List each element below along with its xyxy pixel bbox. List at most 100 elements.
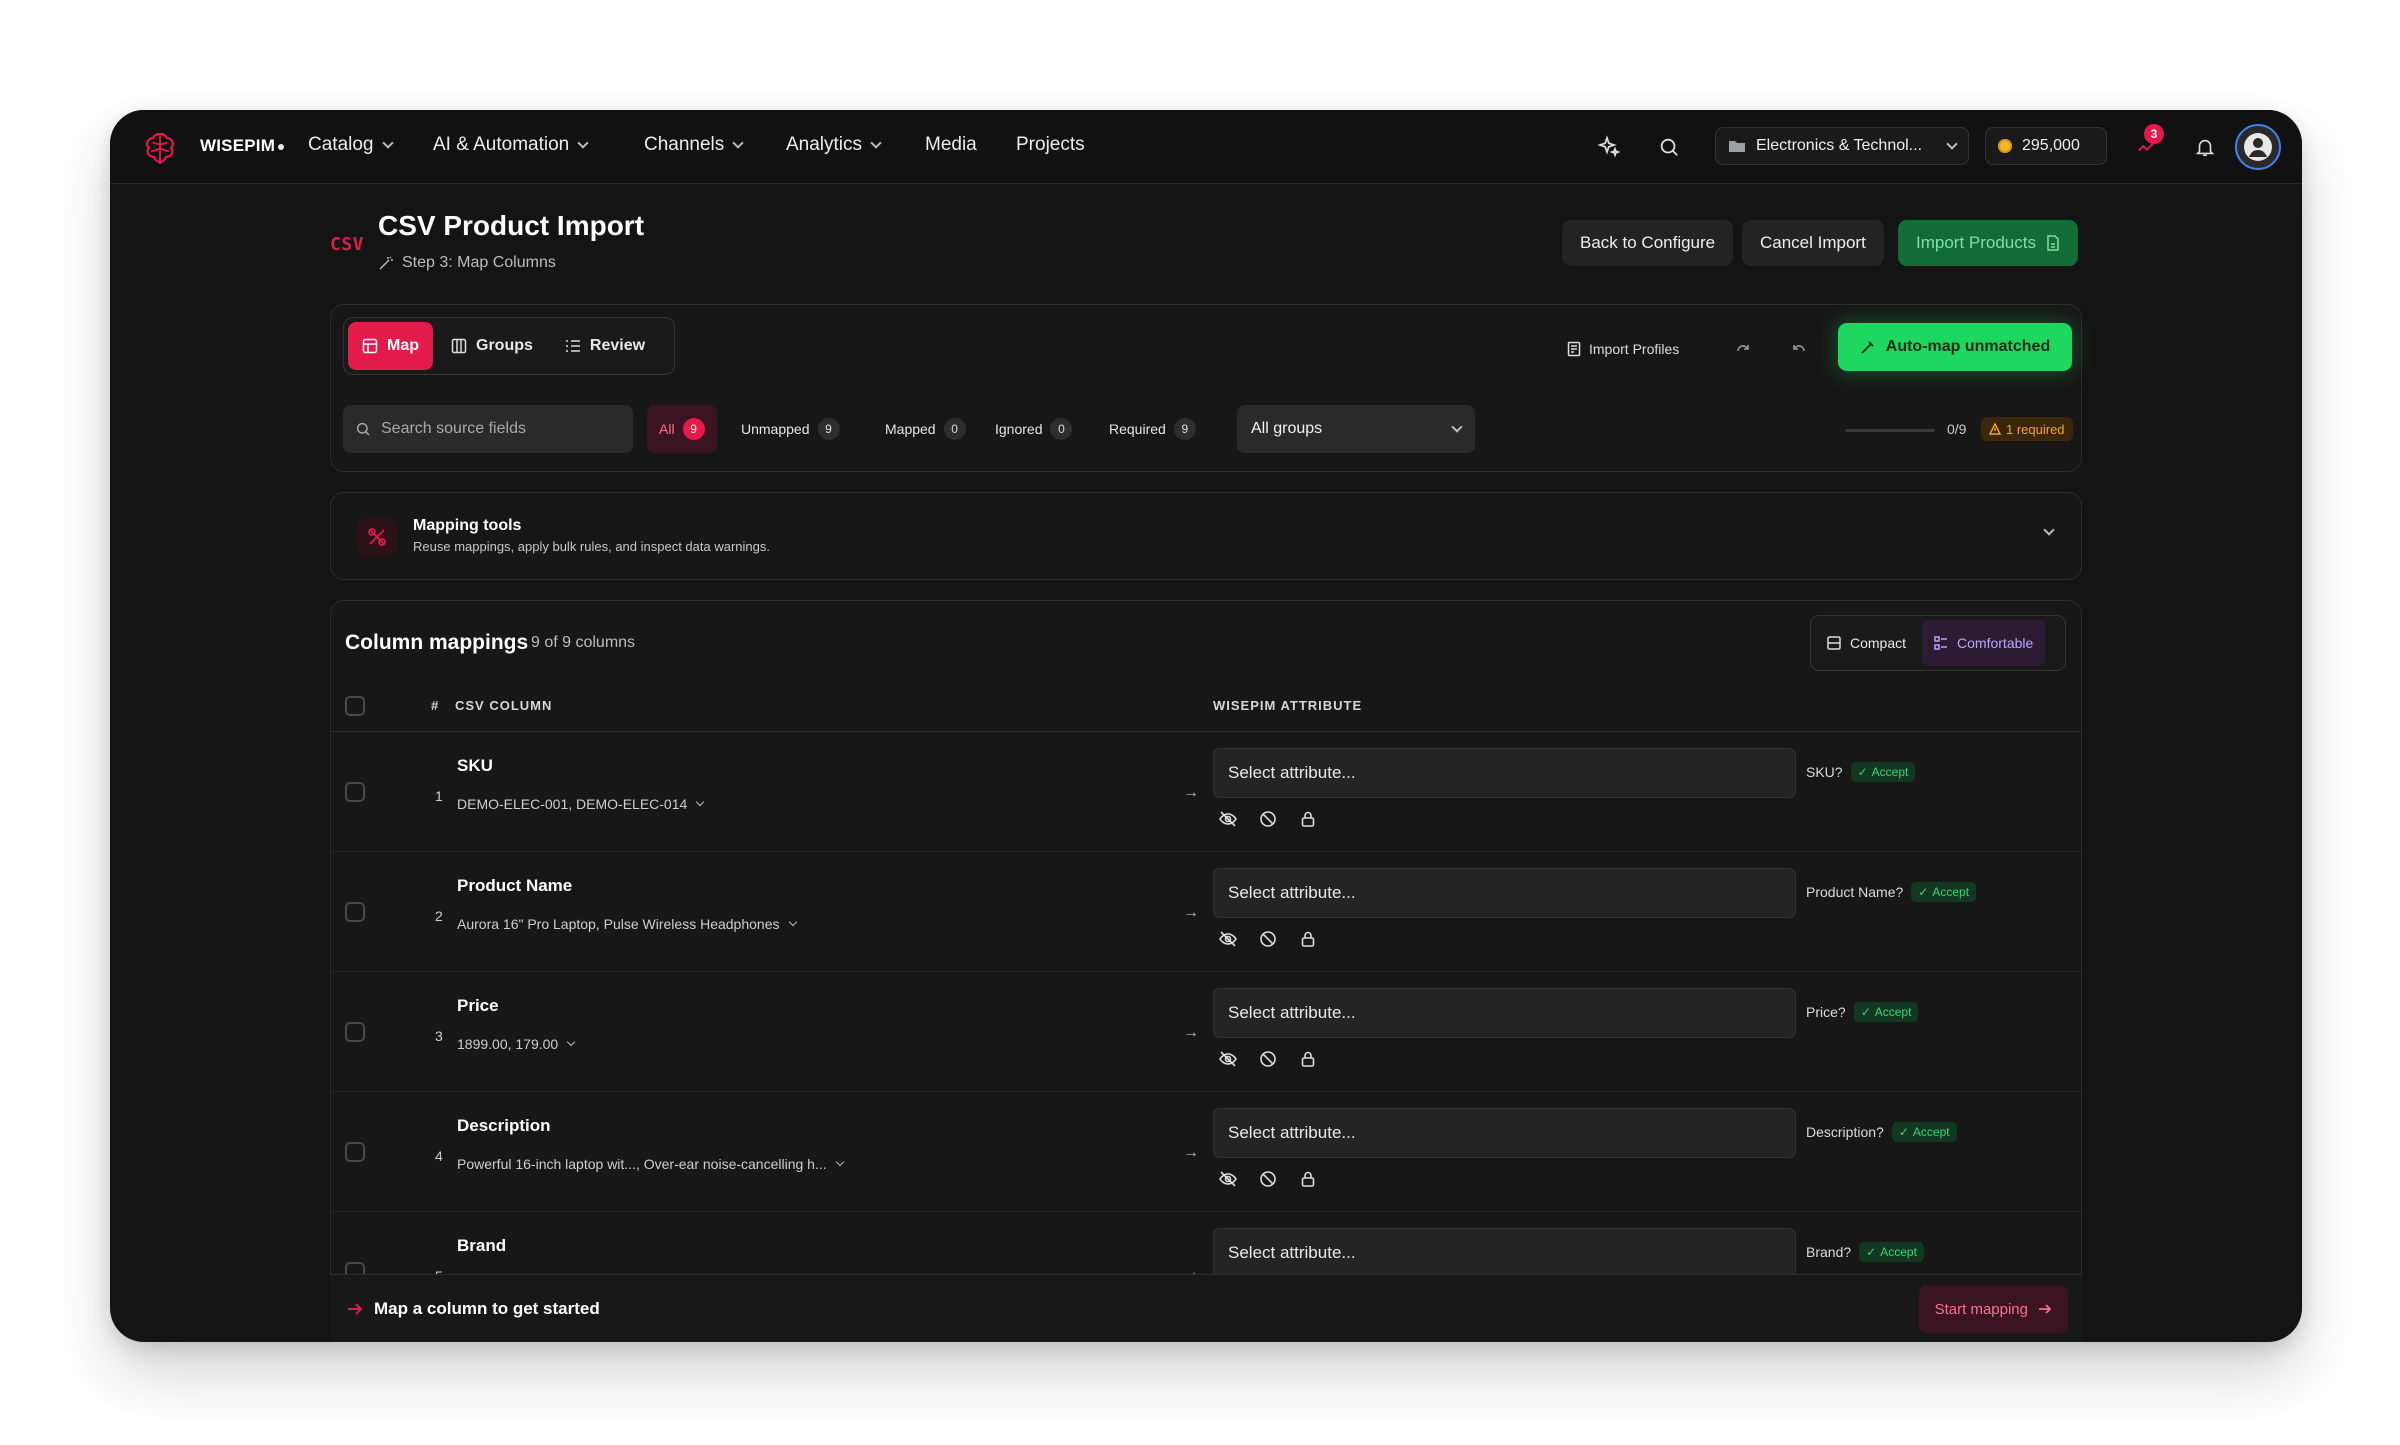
csv-file-icon: CSV xyxy=(330,234,365,255)
lock-icon[interactable] xyxy=(1299,1050,1317,1068)
nav-media[interactable]: Media xyxy=(925,134,977,156)
nav-projects[interactable]: Projects xyxy=(1016,134,1085,156)
accept-suggestion-button[interactable]: ✓ Accept xyxy=(1911,882,1977,902)
brand-name[interactable]: WISEPIM xyxy=(200,136,285,156)
attribute-suggestion: Price? ✓ Accept xyxy=(1806,1002,1919,1022)
filter-unmapped[interactable]: Unmapped 9 xyxy=(729,405,852,453)
accept-suggestion-button[interactable]: ✓ Accept xyxy=(1850,762,1916,782)
import-profiles-button[interactable]: Import Profiles xyxy=(1567,341,1679,357)
eye-off-icon[interactable] xyxy=(1219,1170,1237,1188)
filter-mapped[interactable]: Mapped 0 xyxy=(873,405,978,453)
sample-values[interactable]: DEMO-ELEC-001, DEMO-ELEC-014 xyxy=(457,796,705,812)
lock-icon[interactable] xyxy=(1299,1170,1317,1188)
csv-column-name: Product Name xyxy=(457,876,573,895)
import-products-button[interactable]: Import Products xyxy=(1898,220,2078,266)
row-number: 4 xyxy=(435,1148,443,1164)
accept-suggestion-button[interactable]: ✓ Accept xyxy=(1859,1242,1924,1262)
attribute-select[interactable]: Select attribute... xyxy=(1213,988,1796,1038)
list-check-icon xyxy=(565,340,580,352)
auto-map-unmatched-button[interactable]: Auto-map unmatched xyxy=(1838,323,2072,371)
workspace-selector[interactable]: Electronics & Technol... xyxy=(1715,127,1969,165)
density-comfortable[interactable]: Comfortable xyxy=(1922,620,2046,666)
lock-icon[interactable] xyxy=(1299,810,1317,828)
tab-map[interactable]: Map xyxy=(348,322,433,370)
user-avatar[interactable] xyxy=(2235,124,2281,170)
attribute-select[interactable]: Select attribute... xyxy=(1213,1108,1796,1158)
mapping-progress-bar xyxy=(1845,429,1935,432)
undo-icon[interactable] xyxy=(1791,341,1807,357)
arrow-right-icon xyxy=(2039,1304,2052,1314)
density-compact[interactable]: Compact xyxy=(1815,620,1918,666)
chevron-down-icon xyxy=(696,797,705,806)
comfortable-icon xyxy=(1934,636,1948,650)
accept-suggestion-button[interactable]: ✓ Accept xyxy=(1853,1002,1919,1022)
credits-balance[interactable]: 295,000 xyxy=(1985,127,2107,165)
notification-count-badge: 3 xyxy=(2144,124,2164,144)
tab-review[interactable]: Review xyxy=(551,322,659,370)
chevron-down-icon[interactable] xyxy=(2043,524,2055,536)
filter-count: 9 xyxy=(1173,418,1196,440)
bell-icon[interactable] xyxy=(2190,132,2220,162)
density-toggle: Compact Comfortable xyxy=(1810,615,2066,671)
filter-count: 0 xyxy=(1050,418,1073,440)
eye-off-icon[interactable] xyxy=(1219,930,1237,948)
accept-suggestion-button[interactable]: ✓ Accept xyxy=(1891,1122,1957,1142)
row-checkbox[interactable] xyxy=(345,782,365,802)
row-number: 1 xyxy=(435,788,443,804)
mapping-tools-panel[interactable]: Mapping tools Reuse mappings, apply bulk… xyxy=(330,492,2082,580)
page-title: CSV Product Import xyxy=(378,210,645,241)
back-to-configure-button[interactable]: Back to Configure xyxy=(1562,220,1734,266)
nav-catalog[interactable]: Catalog xyxy=(308,134,394,156)
lock-icon[interactable] xyxy=(1299,930,1317,948)
row-checkbox[interactable] xyxy=(345,902,365,922)
chevron-down-icon xyxy=(1946,137,1958,150)
csv-column-name: Brand xyxy=(457,1236,507,1255)
coin-icon xyxy=(1998,139,2012,153)
file-icon xyxy=(2047,235,2059,251)
filter-all[interactable]: All 9 xyxy=(647,405,717,453)
filter-count: 9 xyxy=(682,418,705,440)
brand-dot-icon xyxy=(278,143,285,150)
column-header-attribute[interactable]: WISEPIM ATTRIBUTE xyxy=(1213,698,1362,713)
start-mapping-button[interactable]: Start mapping xyxy=(1918,1285,2068,1333)
group-select[interactable]: All groups xyxy=(1237,405,1475,453)
eye-off-icon[interactable] xyxy=(1219,1050,1237,1068)
attribute-select[interactable]: Select attribute... xyxy=(1213,868,1796,918)
ban-icon[interactable] xyxy=(1259,930,1277,948)
brain-logo-icon[interactable] xyxy=(140,128,180,168)
table-row: 4 Description Powerful 16-inch laptop wi… xyxy=(331,1092,2081,1212)
ban-icon[interactable] xyxy=(1259,1170,1277,1188)
attribute-suggestion: Product Name? ✓ Accept xyxy=(1806,882,1977,902)
sample-values[interactable]: Powerful 16-inch laptop wit..., Over-ear… xyxy=(457,1156,844,1172)
attribute-select[interactable]: Select attribute... xyxy=(1213,748,1796,798)
attribute-suggestion: Description? ✓ Accept xyxy=(1806,1122,1957,1142)
filter-required[interactable]: Required 9 xyxy=(1097,405,1208,453)
nav-analytics[interactable]: Analytics xyxy=(786,134,882,156)
sparkles-icon[interactable] xyxy=(1594,132,1624,162)
chevron-down-icon xyxy=(835,1157,844,1166)
ban-icon[interactable] xyxy=(1259,1050,1277,1068)
tab-groups[interactable]: Groups xyxy=(437,322,547,370)
redo-icon[interactable] xyxy=(1735,341,1751,357)
column-header-number: # xyxy=(431,698,440,713)
nav-channels[interactable]: Channels xyxy=(644,134,744,156)
ban-icon[interactable] xyxy=(1259,810,1277,828)
cancel-import-button[interactable]: Cancel Import xyxy=(1742,220,1884,266)
eye-off-icon[interactable] xyxy=(1219,810,1237,828)
status-message: Map a column to get started xyxy=(374,1298,600,1318)
sample-values[interactable]: Aurora 16" Pro Laptop, Pulse Wireless He… xyxy=(457,916,797,932)
select-all-checkbox[interactable] xyxy=(345,696,365,716)
filter-ignored[interactable]: Ignored 0 xyxy=(983,405,1084,453)
attribute-select[interactable]: Select attribute... xyxy=(1213,1228,1796,1278)
chevron-down-icon xyxy=(788,917,797,926)
nav-ai-automation[interactable]: AI & Automation xyxy=(433,134,589,156)
search-source-fields-input[interactable]: Search source fields xyxy=(343,405,633,453)
required-warning-badge: 1 required xyxy=(1981,417,2073,441)
row-checkbox[interactable] xyxy=(345,1022,365,1042)
row-checkbox[interactable] xyxy=(345,1142,365,1162)
columns-icon xyxy=(451,338,467,354)
app-window: WISEPIM Catalog AI & Automation Channels… xyxy=(110,110,2302,1342)
column-header-csv[interactable]: CSV COLUMN xyxy=(455,698,552,713)
sample-values[interactable]: 1899.00, 179.00 xyxy=(457,1036,576,1052)
search-icon[interactable] xyxy=(1654,132,1684,162)
